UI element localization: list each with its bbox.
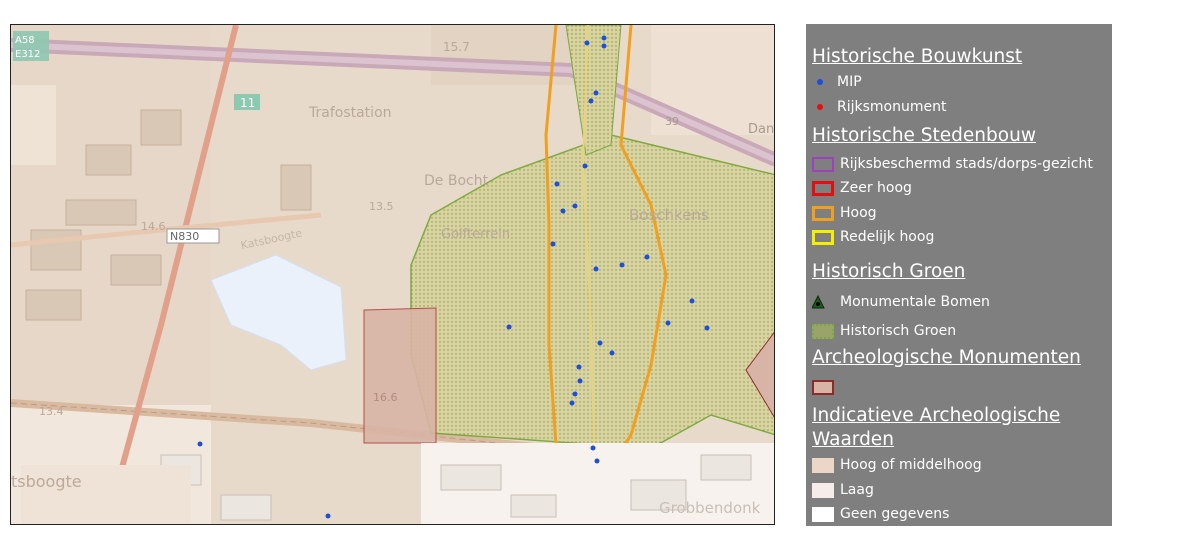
legend-item-laag: Laag <box>812 480 874 500</box>
legend-item-zeer-hoog: Zeer hoog <box>812 178 912 198</box>
legend-label-zeer-hoog: Zeer hoog <box>840 180 912 196</box>
label-boschkens: Boschkens <box>629 206 709 224</box>
legend-item-rijksmonument: Rijksmonument <box>812 97 946 117</box>
mip-point[interactable] <box>572 391 578 397</box>
zeer-hoog-box-icon <box>812 180 834 196</box>
hoog-box-icon <box>812 205 834 221</box>
label-height-15-7: 15.7 <box>443 40 470 54</box>
legend-title-archeologische-monumenten: Archeologische Monumenten <box>812 347 1081 368</box>
legend-label-rijksmonument: Rijksmonument <box>837 99 947 115</box>
mip-point[interactable] <box>619 262 625 268</box>
mip-point[interactable] <box>576 364 582 370</box>
legend-label-rijksbeschermd: Rijksbeschermd stads/dorps-gezicht <box>840 156 1093 172</box>
legend-title-indicatieve-1: Indicatieve Archeologische <box>812 405 1061 426</box>
label-trafostation: Trafostation <box>308 105 392 121</box>
mip-point[interactable] <box>594 458 600 464</box>
mip-point[interactable] <box>572 203 578 209</box>
label-exit-11: 11 <box>240 96 255 110</box>
label-height-13-4: 13.4 <box>39 405 64 418</box>
legend-item-monumentale-bomen: Monumentale Bomen <box>812 292 990 312</box>
label-de-bocht: De Bocht <box>424 173 489 189</box>
historisch-groen-swatch <box>812 323 834 339</box>
mip-point[interactable] <box>506 324 512 330</box>
mip-point[interactable] <box>325 513 331 519</box>
mip-point[interactable] <box>554 181 560 187</box>
legend-title-historische-stedenbouw: Historische Stedenbouw <box>812 125 1036 146</box>
legend-item-redelijk-hoog: Redelijk hoog <box>812 227 934 247</box>
geen-gegevens-swatch <box>812 506 834 522</box>
mip-point[interactable] <box>197 441 203 447</box>
mip-point[interactable] <box>597 340 603 346</box>
mip-dot-icon <box>817 79 823 85</box>
mip-point[interactable] <box>569 400 575 406</box>
laag-swatch <box>812 482 834 498</box>
mip-point[interactable] <box>689 298 695 304</box>
hoog-middelhoog-swatch <box>812 457 834 473</box>
archeo-monument-swatch <box>812 379 834 395</box>
label-tsboogte: tsboogte <box>11 472 82 491</box>
mip-point[interactable] <box>704 325 710 331</box>
mip-point[interactable] <box>593 266 599 272</box>
label-road-a58: A58 <box>15 35 35 46</box>
legend-panel: Historische Bouwkunst MIP Rijksmonument … <box>806 24 1112 526</box>
label-height-39: 39 <box>665 115 679 128</box>
legend-label-monumentale-bomen: Monumentale Bomen <box>840 294 990 310</box>
legend-title-historische-bouwkunst: Historische Bouwkunst <box>812 46 1023 67</box>
mip-point[interactable] <box>601 43 607 49</box>
mip-point[interactable] <box>601 35 607 41</box>
rijksbeschermd-box-icon <box>812 156 834 172</box>
legend-item-hoog: Hoog <box>812 203 877 223</box>
label-road-e312: E312 <box>15 49 40 60</box>
mip-point[interactable] <box>609 350 615 356</box>
label-road-n830: N830 <box>170 230 199 243</box>
map-tile-light <box>11 85 56 165</box>
label-grobbendonk: Grobbendonk <box>659 499 761 517</box>
map-canvas: A58 E312 11 N830 Trafostation De Bocht B… <box>11 25 774 524</box>
tree-icon <box>812 294 825 309</box>
mip-point[interactable] <box>644 254 650 260</box>
legend-item-geen-gegevens: Geen gegevens <box>812 504 949 524</box>
label-dan: Dan <box>748 122 774 137</box>
legend-label-geen-gegevens: Geen gegevens <box>840 506 950 522</box>
legend-label-mip: MIP <box>837 74 862 90</box>
label-golfterrein: Golfterrein <box>441 227 510 242</box>
legend-title-indicatieve-2: Waarden <box>812 429 894 450</box>
mip-point[interactable] <box>550 241 556 247</box>
mip-point[interactable] <box>593 90 599 96</box>
legend-title-historisch-groen: Historisch Groen <box>812 261 966 282</box>
mip-point[interactable] <box>577 378 583 384</box>
mip-point[interactable] <box>590 445 596 451</box>
mip-point[interactable] <box>582 163 588 169</box>
label-height-16-6: 16.6 <box>373 391 398 404</box>
legend-label-redelijk-hoog: Redelijk hoog <box>840 229 935 245</box>
rijksmonument-dot-icon <box>817 104 823 110</box>
legend-item-historisch-groen: Historisch Groen <box>812 321 956 341</box>
legend-label-historisch-groen: Historisch Groen <box>840 323 957 339</box>
mip-point[interactable] <box>665 320 671 326</box>
mip-point[interactable] <box>584 40 590 46</box>
mip-point[interactable] <box>588 98 594 104</box>
label-height-14-6: 14.6 <box>141 220 166 233</box>
legend-label-hoog-middelhoog: Hoog of middelhoog <box>840 457 982 473</box>
legend-item-rijksbeschermd: Rijksbeschermd stads/dorps-gezicht <box>812 154 1093 174</box>
redelijk-hoog-box-icon <box>812 229 834 245</box>
legend-item-archeo-monument <box>812 377 840 397</box>
map-view[interactable]: A58 E312 11 N830 Trafostation De Bocht B… <box>10 24 775 525</box>
legend-label-laag: Laag <box>840 482 874 498</box>
mip-point[interactable] <box>560 208 566 214</box>
legend-item-hoog-middelhoog: Hoog of middelhoog <box>812 455 982 475</box>
legend-item-mip: MIP <box>812 72 862 92</box>
legend-label-hoog: Hoog <box>840 205 877 221</box>
archeo-monument-west <box>363 307 437 444</box>
label-height-13-5: 13.5 <box>369 200 394 213</box>
